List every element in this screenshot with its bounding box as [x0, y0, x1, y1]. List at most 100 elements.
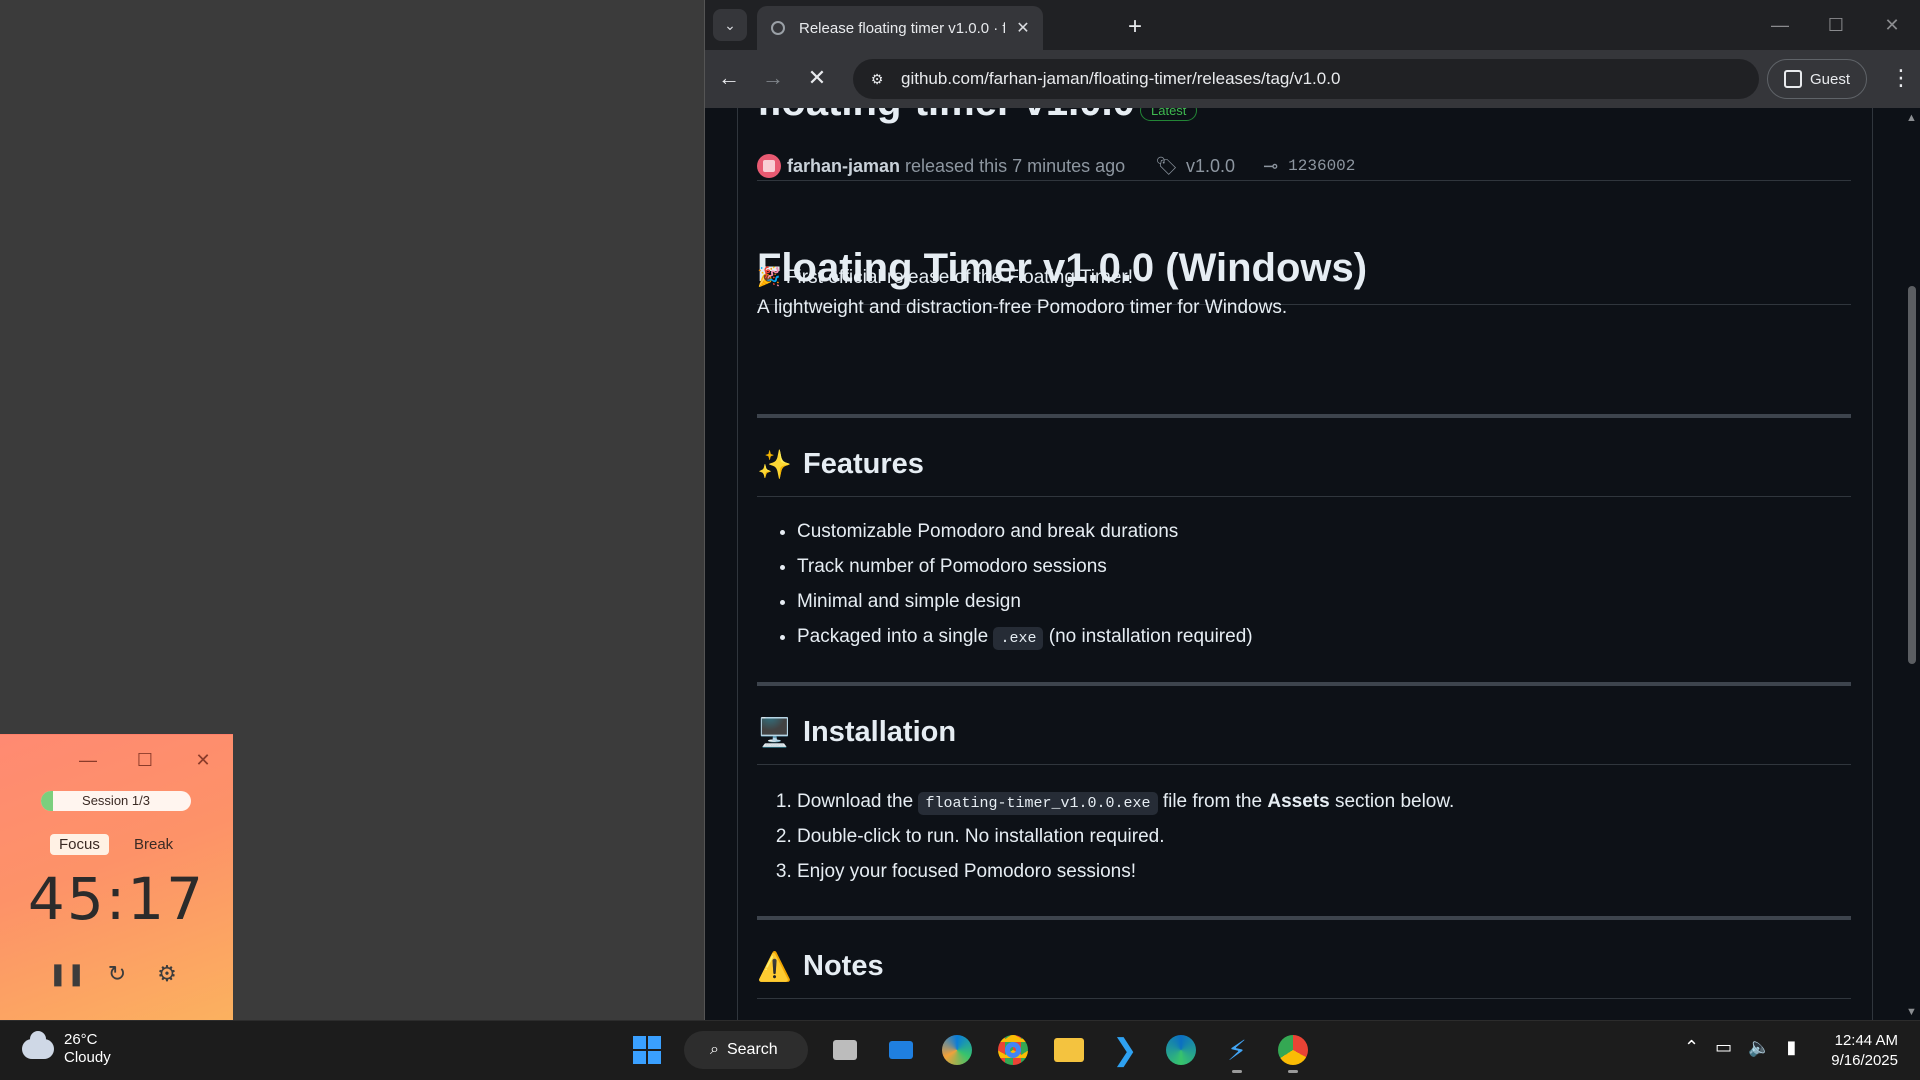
weather-widget[interactable]: 26°C Cloudy: [22, 1031, 111, 1067]
scroll-up-icon[interactable]: ▲: [1906, 112, 1917, 124]
forward-arrow-icon[interactable]: →: [757, 63, 789, 95]
profile-button[interactable]: Guest: [1767, 59, 1867, 99]
installation-underline: [757, 764, 1851, 765]
section-divider: [757, 916, 1851, 920]
windows-taskbar: 26°C Cloudy ⌕ Search ❯ ⚡ ⌃ ▭ 🔈 ▮ 12:44 A…: [0, 1020, 1920, 1080]
new-tab-button[interactable]: +: [1119, 12, 1151, 44]
section-divider: [757, 414, 1851, 418]
window-controls: — ☐ ✕: [1752, 0, 1920, 50]
list-item: Enjoy your focused Pomodoro sessions!: [797, 854, 1454, 889]
browser-toolbar: ← → ✕ ⚙ github.com/farhan-jaman/floating…: [705, 50, 1920, 108]
taskbar-apps: ⌕ Search ❯ ⚡: [628, 1031, 1312, 1073]
timer-minimize-icon[interactable]: —: [73, 745, 103, 775]
kebab-menu-icon[interactable]: ⋮: [1890, 63, 1912, 95]
scroll-thumb[interactable]: [1908, 286, 1916, 664]
tab-release[interactable]: Release floating timer v1.0.0 · farhan-j…: [757, 6, 1043, 50]
tab-title: Release floating timer v1.0.0 · farhan-j…: [799, 19, 1005, 37]
chevron-down-icon: ⌄: [724, 16, 736, 33]
list-item: Double-click to run. No installation req…: [797, 819, 1454, 854]
clock-date: 9/16/2025: [1831, 1052, 1898, 1069]
list-item: Minimal and simple design: [797, 584, 1253, 619]
sparkles-icon: ✨: [757, 449, 792, 480]
avatar[interactable]: [757, 154, 781, 178]
break-mode-button[interactable]: Break: [125, 834, 182, 855]
weather-condition: Cloudy: [64, 1049, 111, 1066]
vscode-icon[interactable]: ❯: [1106, 1031, 1144, 1069]
close-window-icon[interactable]: ✕: [1864, 0, 1920, 50]
tab-search-button[interactable]: ⌄: [713, 9, 747, 41]
temperature: 26°C: [64, 1031, 98, 1048]
edge-dev-icon[interactable]: [938, 1031, 976, 1069]
file-explorer-icon[interactable]: [1050, 1031, 1088, 1069]
countdown-display: 45:17: [27, 865, 206, 933]
computer-icon: 🖥️: [757, 717, 792, 748]
edge-icon[interactable]: [1162, 1031, 1200, 1069]
session-progress: Session 1/3: [41, 791, 191, 811]
list-item: Download the floating-timer_v1.0.0.exe f…: [797, 784, 1454, 819]
tag-link[interactable]: v1.0.0: [1186, 156, 1235, 177]
search-icon: ⌕: [710, 1041, 719, 1058]
page-scrollbar[interactable]: ▲ ▼: [1904, 108, 1920, 1020]
tab-strip: Release floating timer v1.0.0 · farhan-j…: [757, 6, 1749, 50]
windows-logo-icon: [633, 1036, 661, 1064]
features-heading-text: Features: [803, 448, 924, 480]
commit-link[interactable]: 1236002: [1288, 157, 1355, 175]
close-tab-icon[interactable]: ✕: [1013, 18, 1033, 38]
tag-icon: 🏷: [1155, 155, 1179, 176]
focus-mode-button[interactable]: Focus: [50, 834, 109, 855]
chevron-up-icon[interactable]: ⌃: [1684, 1037, 1699, 1058]
pause-icon[interactable]: ❚❚: [49, 959, 86, 989]
settings-gear-icon[interactable]: ⚙: [152, 959, 182, 989]
minimize-icon[interactable]: —: [1752, 0, 1808, 50]
search-label: Search: [726, 1041, 778, 1058]
installation-heading: 🖥️ Installation: [757, 716, 956, 749]
timer-close-icon[interactable]: ✕: [188, 745, 218, 775]
features-list: Customizable Pomodoro and break duration…: [797, 514, 1253, 654]
divider: [757, 180, 1851, 181]
taskbar-clock[interactable]: 12:44 AM 9/16/2025: [1831, 1031, 1898, 1071]
notes-heading-text: Notes: [803, 950, 884, 982]
release-meta: farhan-jaman released this 7 minutes ago…: [757, 154, 1355, 178]
notes-underline: [757, 998, 1851, 999]
reset-icon[interactable]: ↻: [102, 959, 132, 989]
url-text[interactable]: github.com/farhan-jaman/floating-timer/r…: [901, 69, 1340, 89]
flutter-app-icon[interactable]: ⚡: [1218, 1031, 1256, 1073]
list-item: Packaged into a single .exe (no installa…: [797, 619, 1253, 654]
maximize-icon[interactable]: ☐: [1808, 0, 1864, 50]
list-item: Track number of Pomodoro sessions: [797, 549, 1253, 584]
release-title[interactable]: floating-timer v1.0.0: [757, 108, 1135, 125]
installation-heading-text: Installation: [803, 716, 957, 748]
timer-maximize-icon[interactable]: ☐: [130, 745, 160, 775]
site-info-icon[interactable]: ⚙: [865, 67, 889, 91]
browser-window: ⌄ Release floating timer v1.0.0 · farhan…: [704, 0, 1920, 1020]
github-favicon-icon: [771, 21, 785, 35]
session-label: Session 1/3: [82, 793, 150, 808]
start-button[interactable]: [628, 1031, 666, 1069]
widgets-icon[interactable]: [882, 1031, 920, 1069]
address-bar[interactable]: ⚙ github.com/farhan-jaman/floating-timer…: [853, 59, 1759, 99]
install-steps: Download the floating-timer_v1.0.0.exe f…: [797, 784, 1454, 889]
warning-icon: ⚠️: [757, 951, 792, 982]
taskbar-search[interactable]: ⌕ Search: [684, 1031, 808, 1069]
battery-icon[interactable]: ▮: [1787, 1037, 1797, 1058]
task-view-icon[interactable]: [826, 1031, 864, 1069]
tab-bar: ⌄ Release floating timer v1.0.0 · farhan…: [705, 0, 1920, 50]
chrome-active-icon[interactable]: [1274, 1031, 1312, 1073]
scroll-down-icon[interactable]: ▼: [1906, 1006, 1917, 1018]
stop-loading-icon[interactable]: ✕: [801, 63, 833, 95]
latest-badge: Latest: [1140, 108, 1198, 121]
released-text: released this 7 minutes ago: [905, 155, 1126, 176]
commit-icon: ⊸: [1263, 155, 1279, 176]
system-tray: ⌃ ▭ 🔈 ▮: [1684, 1037, 1796, 1058]
volume-icon[interactable]: 🔈: [1748, 1037, 1770, 1058]
network-icon[interactable]: ▭: [1715, 1037, 1732, 1058]
author-link[interactable]: farhan-jaman: [787, 156, 900, 177]
inline-code: floating-timer_v1.0.0.exe: [918, 792, 1158, 815]
intro-line-1: 🎉 First official release of the Floating…: [757, 267, 1134, 288]
cloud-icon: [22, 1031, 54, 1059]
features-heading: ✨ Features: [757, 448, 924, 481]
chrome-icon[interactable]: [994, 1031, 1032, 1069]
back-arrow-icon[interactable]: ←: [713, 63, 745, 95]
section-divider: [757, 682, 1851, 686]
profile-label: Guest: [1809, 70, 1851, 88]
